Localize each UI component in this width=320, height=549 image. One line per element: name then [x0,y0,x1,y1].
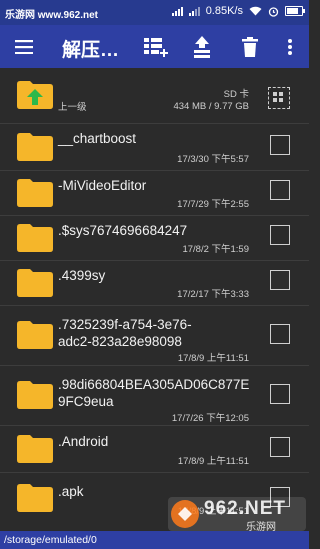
alarm-icon [268,6,279,17]
watermark-text-large: 962.NET [204,498,286,519]
status-icons: 0.85K/s [171,5,305,17]
list-item[interactable]: .$sys7674696684247 17/8/2 下午1:59 [0,215,309,261]
list-item[interactable]: -MiVideoEditor 17/7/29 下午2:55 [0,170,309,216]
delete-icon[interactable] [236,25,264,68]
watermark-logo: 962.NET 乐游网 [168,497,306,533]
menu-icon[interactable] [10,25,38,68]
list-item[interactable]: .Android 17/8/9 上午11:51 [0,425,309,473]
item-checkbox[interactable] [270,135,290,155]
parent-label: 上一级 [58,102,87,113]
item-name-line-2: 9FC9eua [58,394,114,409]
item-name: .4399sy [58,268,106,283]
item-name: .$sys7674696684247 [58,223,188,238]
item-checkbox[interactable] [270,384,290,404]
compress-archive-icon[interactable] [188,25,216,68]
folder-up-icon [17,81,53,109]
watermark-text: 乐游网 www.962.net [5,10,98,21]
battery-icon [285,6,305,16]
folder-icon [17,484,53,512]
folder-icon [17,381,53,409]
item-date: 17/8/9 上午11:51 [177,353,249,364]
folder-icon [17,269,53,297]
item-date: 17/8/2 下午1:59 [182,244,249,255]
storage-space: 434 MB / 9.77 GB [173,101,249,112]
item-name-line-2: adc2-823a28e98098 [58,334,182,349]
grid-icon [273,92,283,102]
item-name: -MiVideoEditor [58,178,147,193]
more-options-icon[interactable] [278,25,302,68]
item-date: 17/8/9 上午11:51 [177,456,249,467]
item-name: .Android [58,434,109,449]
item-name: __chartboost [58,131,137,146]
signal-icon-2 [188,6,200,16]
page-title: 解压… [62,40,120,61]
item-checkbox[interactable] [270,324,290,344]
parent-folder-row[interactable]: 上一级 SD 卡 434 MB / 9.77 GB [0,68,309,124]
folder-icon [17,179,53,207]
multi-select-add-icon[interactable] [138,25,172,68]
item-date: 17/3/30 下午5:57 [177,154,249,165]
file-list: 上一级 SD 卡 434 MB / 9.77 GB __chartboost 1… [0,68,309,531]
item-checkbox[interactable] [270,225,290,245]
item-checkbox[interactable] [270,437,290,457]
folder-icon [17,224,53,252]
current-path-bar: /storage/emulated/0 [0,531,309,549]
app-toolbar: 解压… [0,25,309,68]
network-speed: 0.85K/s [205,5,243,17]
wifi-icon [249,6,262,16]
item-checkbox[interactable] [270,180,290,200]
status-bar: 乐游网 www.962.net 0.85K/s [0,0,309,25]
folder-icon [17,321,53,349]
signal-icon [171,6,183,16]
current-path: /storage/emulated/0 [4,534,97,546]
list-item[interactable]: .4399sy 17/2/17 下午3:33 [0,260,309,306]
list-item[interactable]: .7325239f-a754-3e76- adc2-823a28e98098 1… [0,305,309,366]
list-item[interactable]: .98di66804BEA305AD06C877E 9FC9eua 17/7/2… [0,365,309,426]
select-all-button[interactable] [268,87,290,109]
storage-label: SD 卡 [223,89,249,100]
item-date: 17/2/17 下午3:33 [177,289,249,300]
item-name: .apk [58,484,84,499]
folder-icon [17,435,53,463]
item-date: 17/7/26 下午12:05 [171,413,249,424]
item-checkbox[interactable] [270,270,290,290]
item-date: 17/7/29 下午2:55 [177,199,249,210]
list-item[interactable]: __chartboost 17/3/30 下午5:57 [0,123,309,171]
folder-icon [17,133,53,161]
